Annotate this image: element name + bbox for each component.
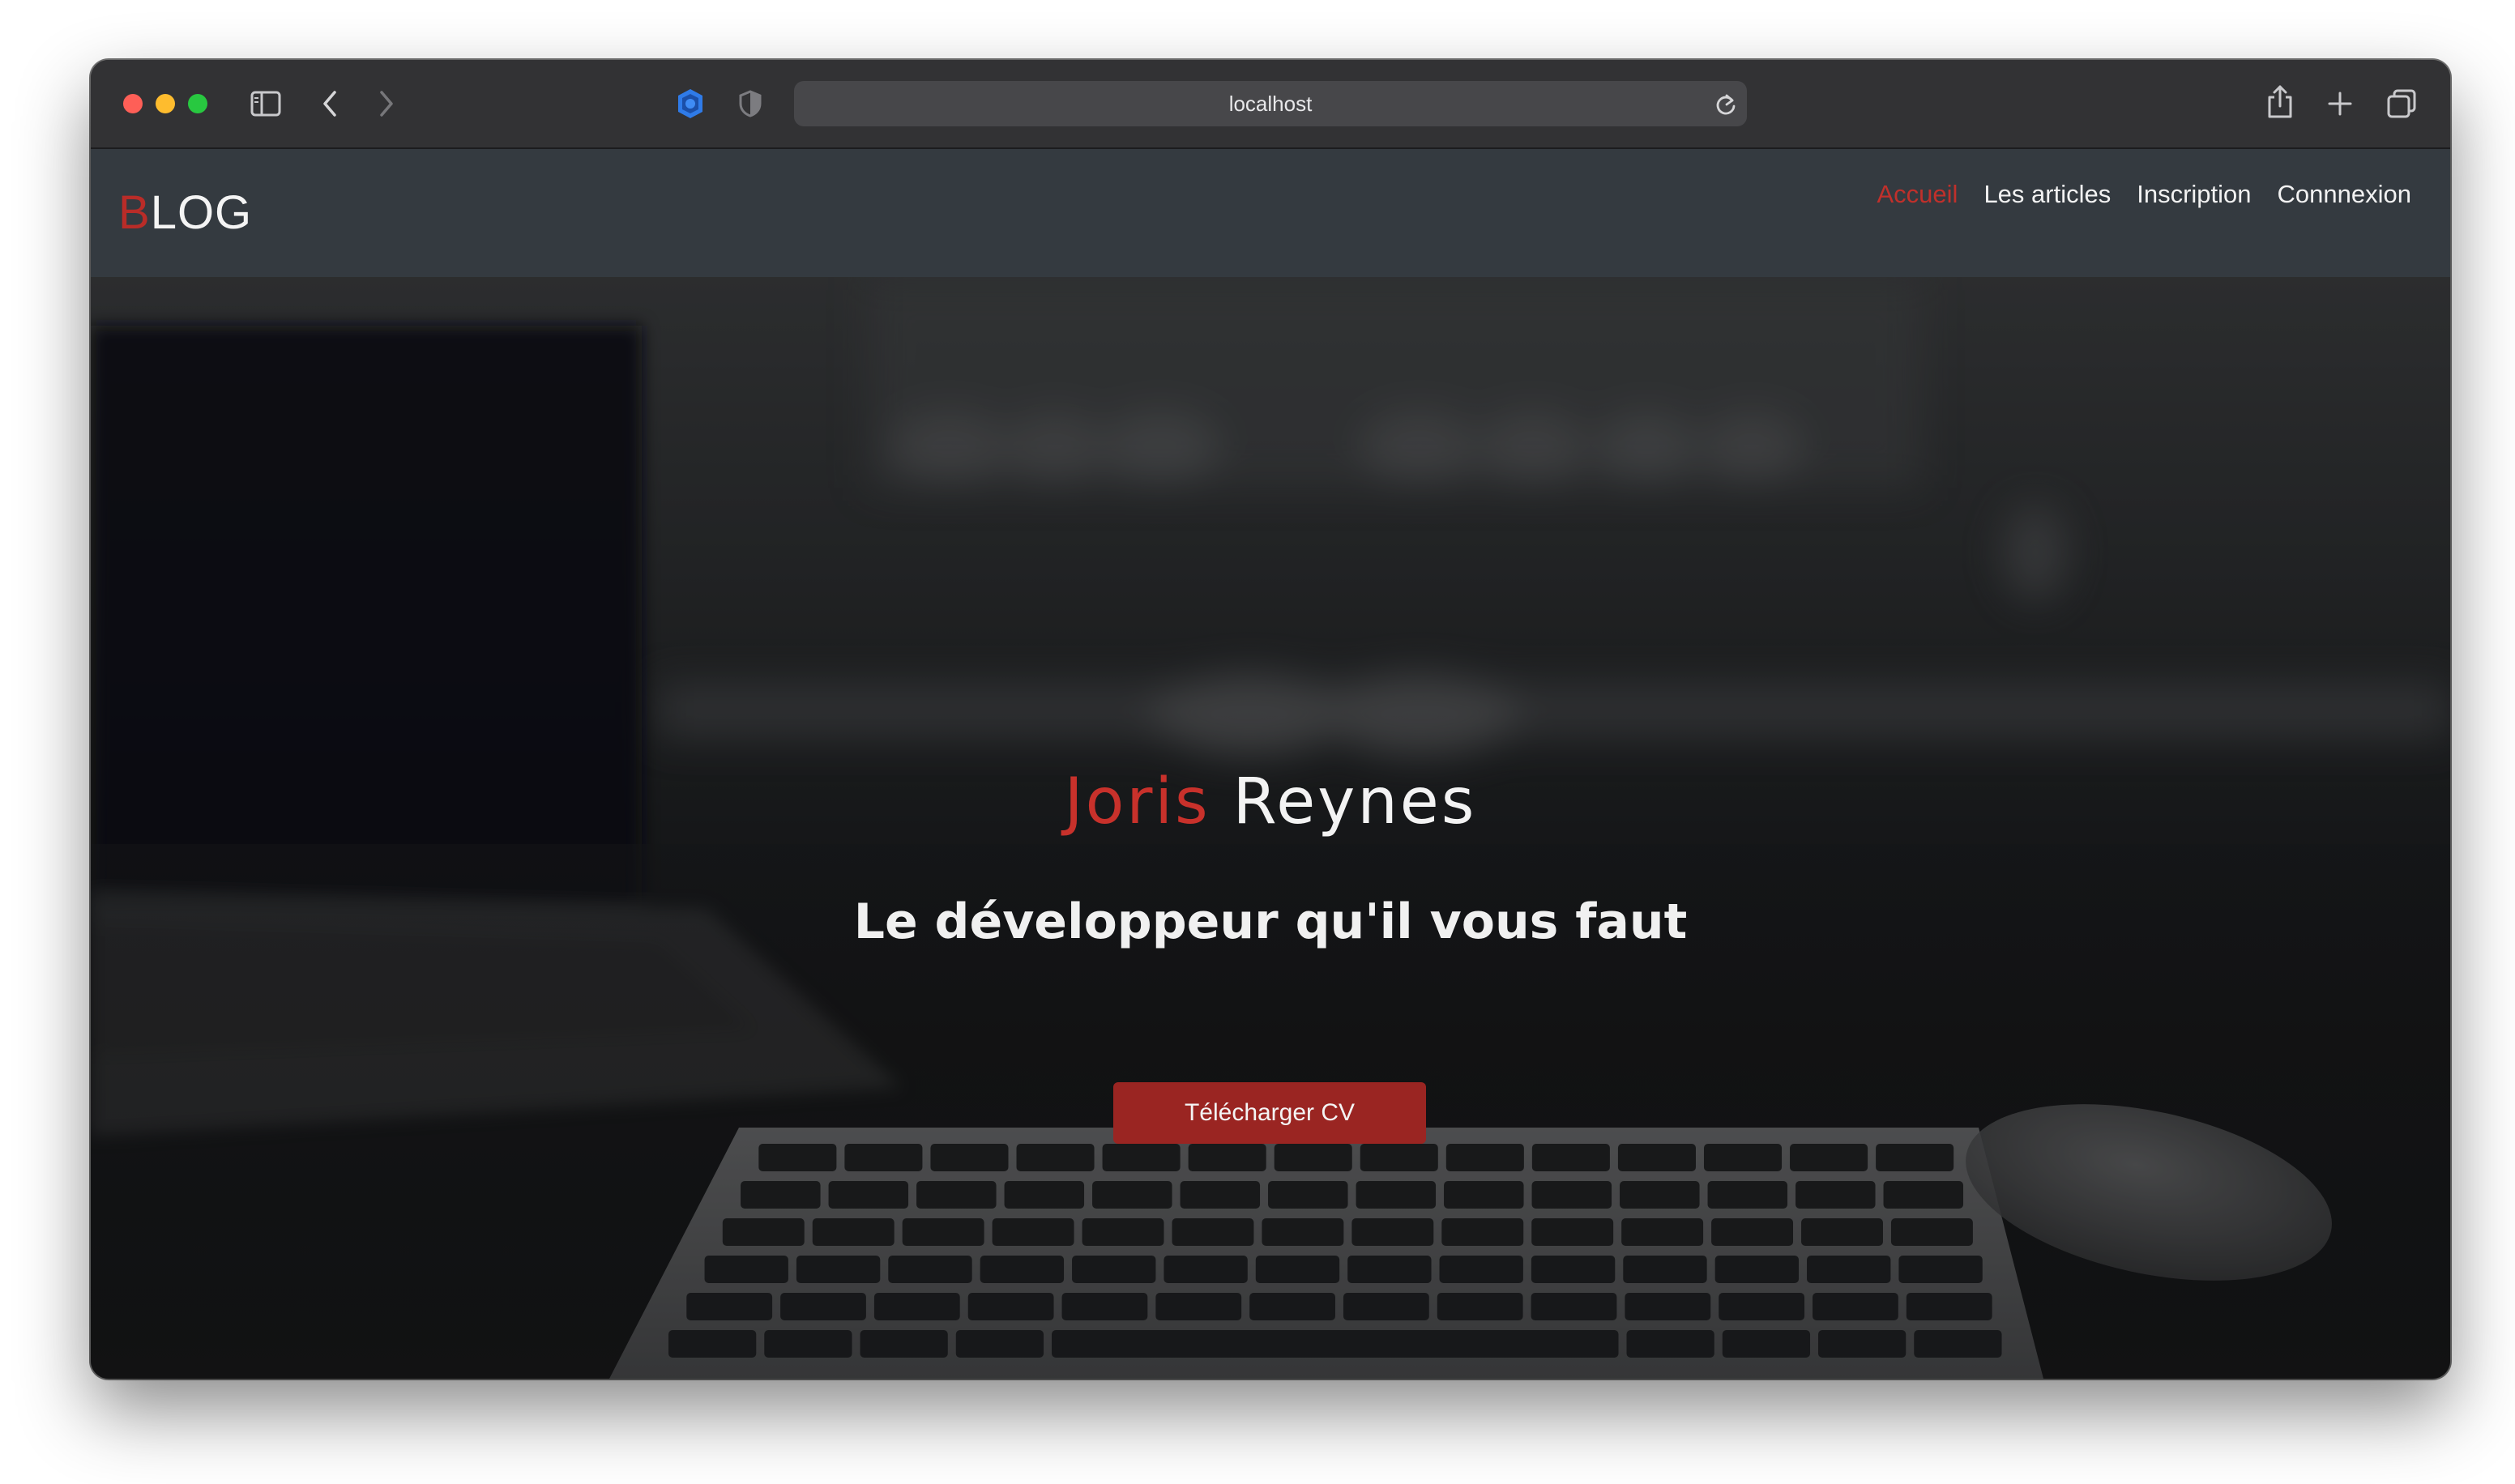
chevron-right-icon[interactable]	[374, 87, 399, 120]
chevron-left-icon[interactable]	[318, 87, 342, 120]
zoom-window-button[interactable]	[188, 94, 207, 113]
reload-icon[interactable]	[1713, 91, 1739, 117]
tab-overview-icon[interactable]	[2385, 87, 2418, 120]
desktop-backdrop: localhost BLOG Accueil Les articles Insc…	[0, 0, 2515, 1484]
main-nav: Accueil Les articles Inscription Connnex…	[1877, 178, 2412, 211]
logo-initial: B	[118, 186, 151, 239]
nav-item-accueil[interactable]: Accueil	[1877, 178, 1958, 211]
hero-first-name: Joris	[1064, 765, 1211, 838]
shield-icon[interactable]	[737, 89, 763, 118]
hero-subtitle: Le développeur qu'il vous faut	[853, 893, 1688, 950]
download-cv-button[interactable]: Télécharger CV	[1113, 1082, 1426, 1144]
web-page: BLOG Accueil Les articles Inscription Co…	[91, 149, 2450, 1379]
hero-section: Joris Reynes Le développeur qu'il vous f…	[91, 277, 2450, 1379]
share-icon[interactable]	[2265, 83, 2295, 120]
close-window-button[interactable]	[123, 94, 143, 113]
logo-text: LOG	[150, 186, 253, 239]
nav-item-inscription[interactable]: Inscription	[2137, 178, 2251, 211]
minimize-window-button[interactable]	[156, 94, 175, 113]
hero-last-name: Reynes	[1232, 765, 1477, 838]
browser-toolbar: localhost	[91, 60, 2450, 149]
address-bar[interactable]: localhost	[794, 81, 1747, 126]
browser-window: localhost BLOG Accueil Les articles Insc…	[91, 60, 2450, 1379]
site-header: BLOG Accueil Les articles Inscription Co…	[91, 149, 2450, 277]
address-text: localhost	[1228, 92, 1313, 116]
nav-item-connexion[interactable]: Connnexion	[2278, 178, 2411, 211]
extension-icon[interactable]	[674, 87, 707, 120]
sidebar-icon[interactable]	[250, 89, 282, 118]
hero-title: Joris Reynes	[91, 763, 2450, 841]
nav-item-articles[interactable]: Les articles	[1983, 178, 2111, 211]
plus-icon[interactable]	[2325, 89, 2355, 118]
site-logo[interactable]: BLOG	[118, 185, 252, 241]
